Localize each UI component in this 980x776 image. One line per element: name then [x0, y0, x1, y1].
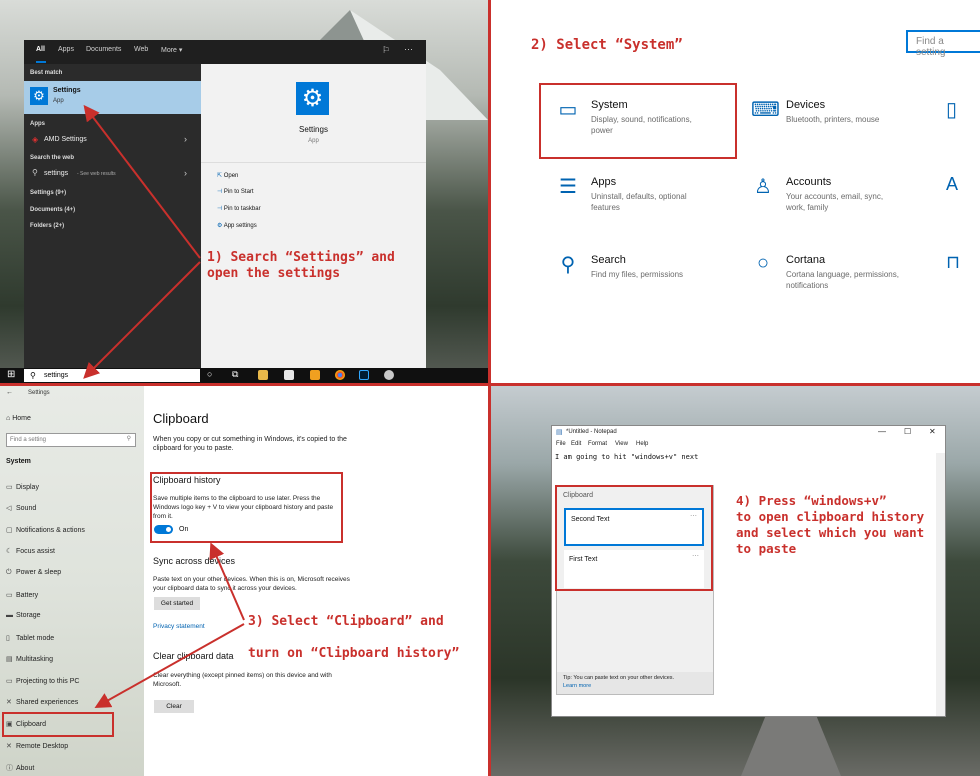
arrow-to-search-box [83, 261, 201, 379]
arrow-to-clipboard-history [209, 542, 245, 621]
arrow-to-settings-result [83, 104, 201, 259]
arrow-to-clipboard-sidebar [94, 623, 245, 708]
annotation-arrows [83, 104, 245, 708]
